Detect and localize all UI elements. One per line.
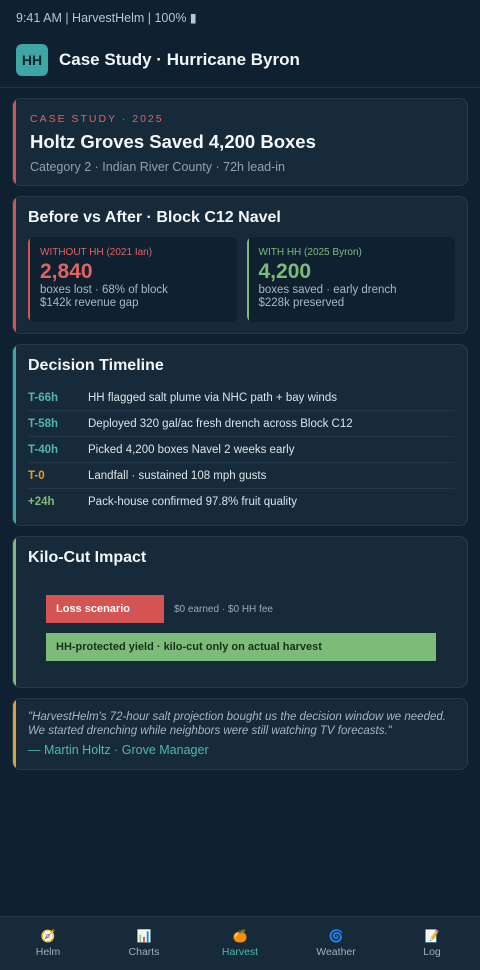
timeline-row: T-0 Landfall · sustained 108 mph gusts: [28, 463, 455, 489]
chart-icon: 📊: [136, 929, 152, 943]
hero-card: Case Study · 2025 Holtz Groves Saved 4,2…: [12, 98, 468, 186]
timeline-text: Picked 4,200 boxes Navel 2 weeks early: [88, 443, 295, 456]
decision-timeline-card: Decision Timeline T-66h HH flagged salt …: [12, 344, 468, 526]
cyclone-icon: 🌀: [328, 929, 344, 943]
timeline-time: T-40h: [28, 443, 59, 456]
nav-item-charts[interactable]: 📊 Charts: [96, 917, 192, 970]
quote-text: "HarvestHelm's 72-hour salt projection b…: [28, 711, 446, 737]
status-bar-text: 9:41 AM | HarvestHelm | 100% ▮: [16, 11, 197, 25]
hero-subtitle: Category 2 · Indian River County · 72h l…: [30, 160, 285, 174]
with-hh-label: WITH HH (2025 Byron): [258, 247, 362, 258]
timeline-time: +24h: [28, 496, 55, 508]
nav-item-log[interactable]: 📝 Log: [384, 917, 480, 970]
before-after-card: Before vs After · Block C12 Navel WITHOU…: [12, 196, 468, 334]
with-hh-line1: boxes saved · early drench: [258, 284, 397, 296]
without-hh-label: WITHOUT HH (2021 Ian): [40, 247, 153, 258]
orange-icon: 🍊: [232, 929, 248, 943]
hero-eyebrow: Case Study · 2025: [30, 113, 164, 125]
with-hh-box: WITH HH (2025 Byron) 4,200 boxes saved ·…: [246, 237, 455, 322]
timeline-text: Deployed 320 gal/ac fresh drench across …: [88, 417, 353, 430]
nav-label: Weather: [316, 946, 356, 958]
nav-label: Log: [423, 946, 441, 958]
status-bar: 9:41 AM | HarvestHelm | 100% ▮: [0, 0, 480, 32]
without-hh-line1: boxes lost · 68% of block: [40, 284, 168, 296]
nav-item-weather[interactable]: 🌀 Weather: [288, 917, 384, 970]
nav-item-harvest[interactable]: 🍊 Harvest: [192, 917, 288, 970]
hero-accent-bar: [13, 99, 16, 185]
timeline-title: Decision Timeline: [28, 357, 164, 374]
compare-accent-bar: [13, 197, 16, 333]
compare-title: Before vs After · Block C12 Navel: [28, 209, 281, 226]
loss-scenario-bar: Loss scenario: [46, 595, 164, 623]
without-hh-bar: [28, 237, 30, 322]
with-hh-bar: [246, 237, 249, 322]
hero-title: Holtz Groves Saved 4,200 Boxes: [30, 131, 316, 152]
quote-author: — Martin Holtz · Grove Manager: [28, 743, 209, 757]
kilo-cut-card: Kilo-Cut Impact Loss scenario $0 earned …: [12, 536, 468, 688]
timeline-accent-bar: [13, 345, 16, 525]
nav-label: Charts: [128, 946, 160, 958]
timeline-row: T-58h Deployed 320 gal/ac fresh drench a…: [28, 411, 455, 437]
timeline-time: T-58h: [28, 417, 59, 430]
timeline-row: +24h Pack-house confirmed 97.8% fruit qu…: [28, 489, 455, 515]
timeline-time: T-0: [28, 469, 45, 482]
loss-row: Loss scenario $0 earned · $0 HH fee: [46, 595, 455, 623]
nav-item-helm[interactable]: 🧭 Helm: [0, 917, 96, 970]
kilo-title: Kilo-Cut Impact: [28, 549, 147, 566]
timeline-row: T-40h Picked 4,200 boxes Navel 2 weeks e…: [28, 437, 455, 463]
bottom-nav: 🧭 Helm 📊 Charts 🍊 Harvest 🌀 Weather 📝 Lo…: [0, 916, 480, 970]
compass-icon: 🧭: [40, 929, 56, 943]
without-hh-value: 2,840: [40, 260, 93, 283]
timeline-time: T-66h: [28, 391, 59, 404]
memo-icon: 📝: [424, 929, 440, 943]
timeline-text: Landfall · sustained 108 mph gusts: [88, 469, 267, 482]
without-hh-line2: $142k revenue gap: [40, 297, 139, 309]
with-hh-value: 4,200: [258, 260, 312, 283]
timeline-text: Pack-house confirmed 97.8% fruit quality: [88, 496, 298, 508]
testimonial-card: "HarvestHelm's 72-hour salt projection b…: [12, 698, 468, 770]
with-hh-line2: $228k preserved: [258, 297, 345, 309]
loss-note: $0 earned · $0 HH fee: [174, 603, 273, 615]
protected-yield-bar: HH-protected yield · kilo-cut only on ac…: [46, 633, 436, 661]
quote-accent-bar: [13, 699, 16, 769]
nav-label: Helm: [35, 946, 61, 958]
compare-grid: WITHOUT HH (2021 Ian) 2,840 boxes lost ·…: [28, 237, 455, 322]
timeline-row: T-66h HH flagged salt plume via NHC path…: [28, 385, 455, 411]
without-hh-box: WITHOUT HH (2021 Ian) 2,840 boxes lost ·…: [28, 237, 237, 322]
app-header: HH Case Study · Hurricane Byron: [0, 32, 480, 88]
kilo-accent-bar: [13, 537, 16, 687]
timeline-text: HH flagged salt plume via NHC path + bay…: [88, 391, 337, 404]
app-logo: HH: [16, 43, 48, 76]
nav-label: Harvest: [221, 946, 259, 958]
page-title: Case Study · Hurricane Byron: [59, 49, 300, 69]
timeline-list: T-66h HH flagged salt plume via NHC path…: [28, 385, 455, 515]
